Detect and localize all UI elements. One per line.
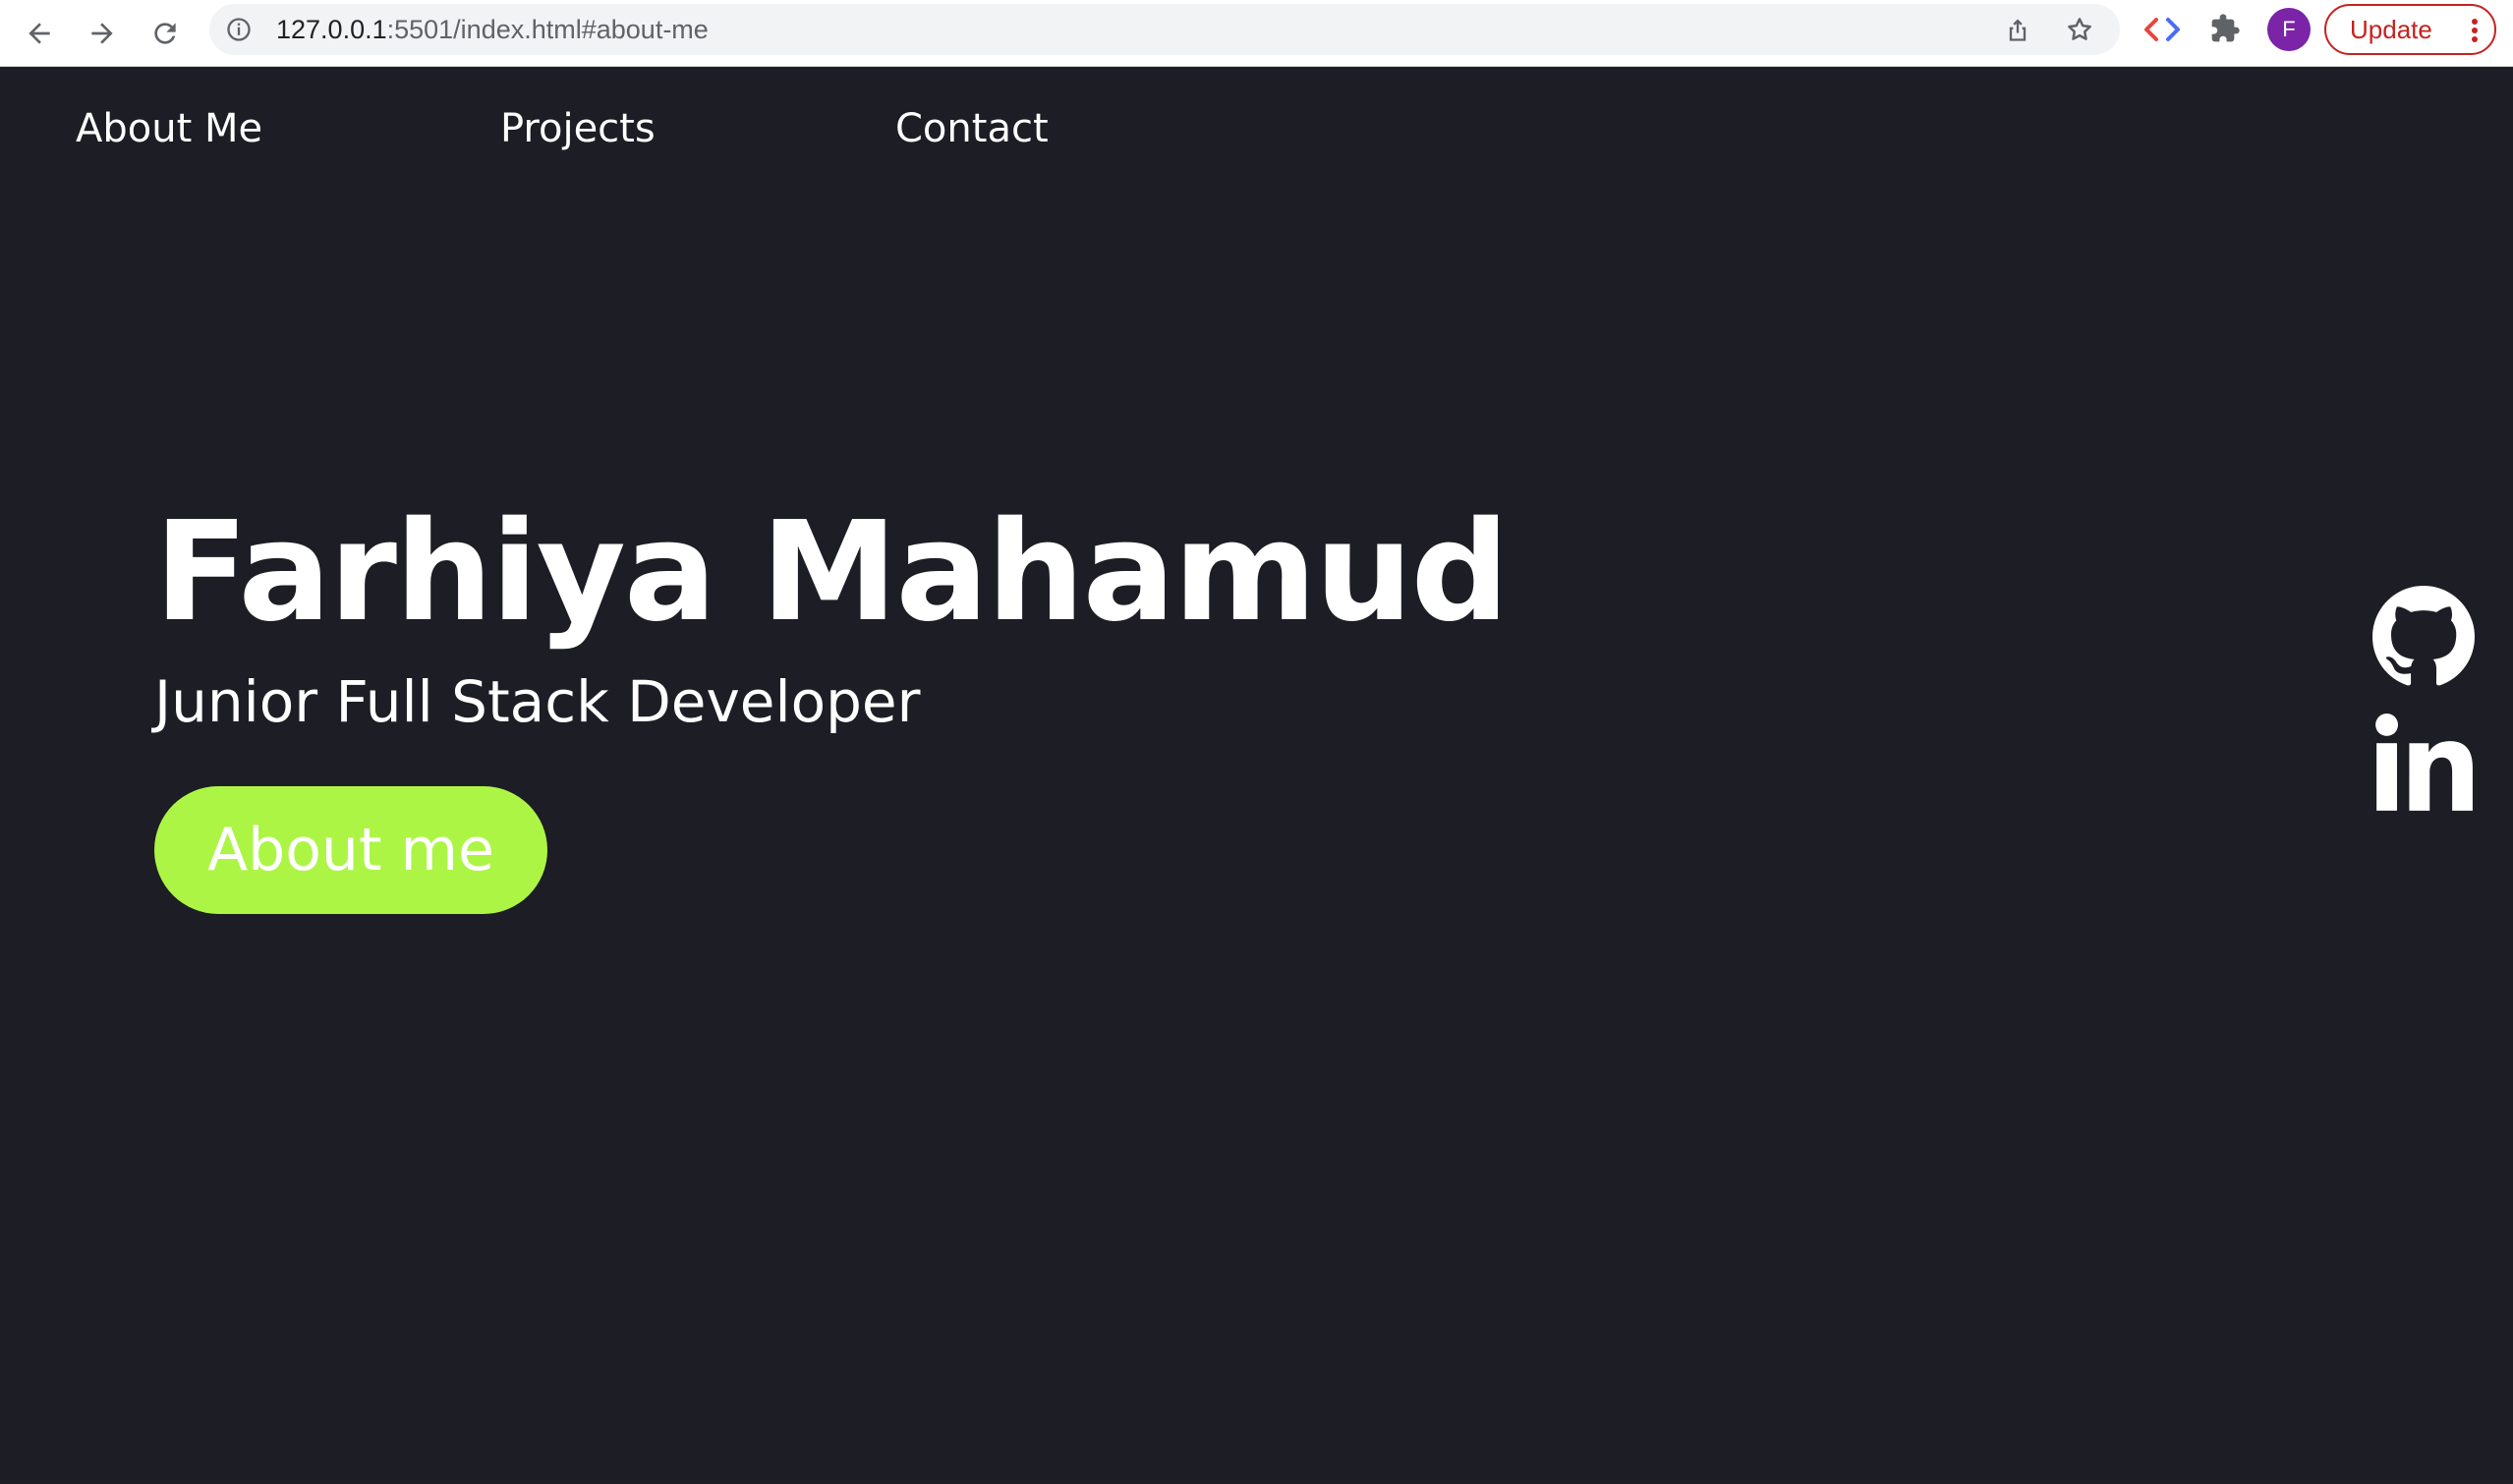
browser-toolbar: 127.0.0.1:5501/index.html#about-me F Upd… — [0, 0, 2513, 67]
url-text[interactable]: 127.0.0.1:5501/index.html#about-me — [276, 4, 709, 55]
about-me-button[interactable]: About me — [154, 786, 547, 914]
hero-name: Farhiya Mahamud — [154, 492, 1510, 653]
update-label: Update — [2350, 14, 2432, 44]
url-path: :5501/index.html#about-me — [386, 15, 709, 44]
nav-link-contact[interactable]: Contact — [895, 106, 1049, 151]
reload-button[interactable] — [142, 10, 189, 57]
share-icon[interactable] — [2004, 16, 2031, 43]
more-menu-icon — [2472, 19, 2478, 42]
linkedin-link[interactable] — [2370, 710, 2477, 818]
code-extension-icon[interactable] — [2142, 14, 2182, 45]
info-icon[interactable] — [225, 16, 253, 43]
back-arrow-icon — [29, 23, 50, 44]
back-button[interactable] — [16, 10, 63, 57]
extensions-puzzle-icon[interactable] — [2209, 13, 2241, 44]
hero-subtitle: Junior Full Stack Developer — [154, 668, 921, 735]
url-host: 127.0.0.1 — [276, 15, 387, 44]
update-button[interactable]: Update — [2324, 4, 2496, 55]
forward-arrow-icon — [91, 23, 113, 44]
portfolio-page: About Me Projects Contact Farhiya Mahamu… — [0, 67, 2513, 1484]
bookmark-star-icon[interactable] — [2065, 15, 2094, 44]
nav-link-about-me[interactable]: About Me — [76, 106, 262, 151]
nav-link-projects[interactable]: Projects — [500, 106, 656, 151]
github-link[interactable] — [2370, 584, 2477, 690]
forward-button[interactable] — [79, 10, 126, 57]
linkedin-icon — [2375, 713, 2473, 811]
github-icon — [2372, 586, 2475, 686]
reload-icon — [154, 23, 176, 44]
address-bar[interactable]: 127.0.0.1:5501/index.html#about-me — [209, 4, 2120, 55]
profile-avatar[interactable]: F — [2267, 8, 2311, 51]
